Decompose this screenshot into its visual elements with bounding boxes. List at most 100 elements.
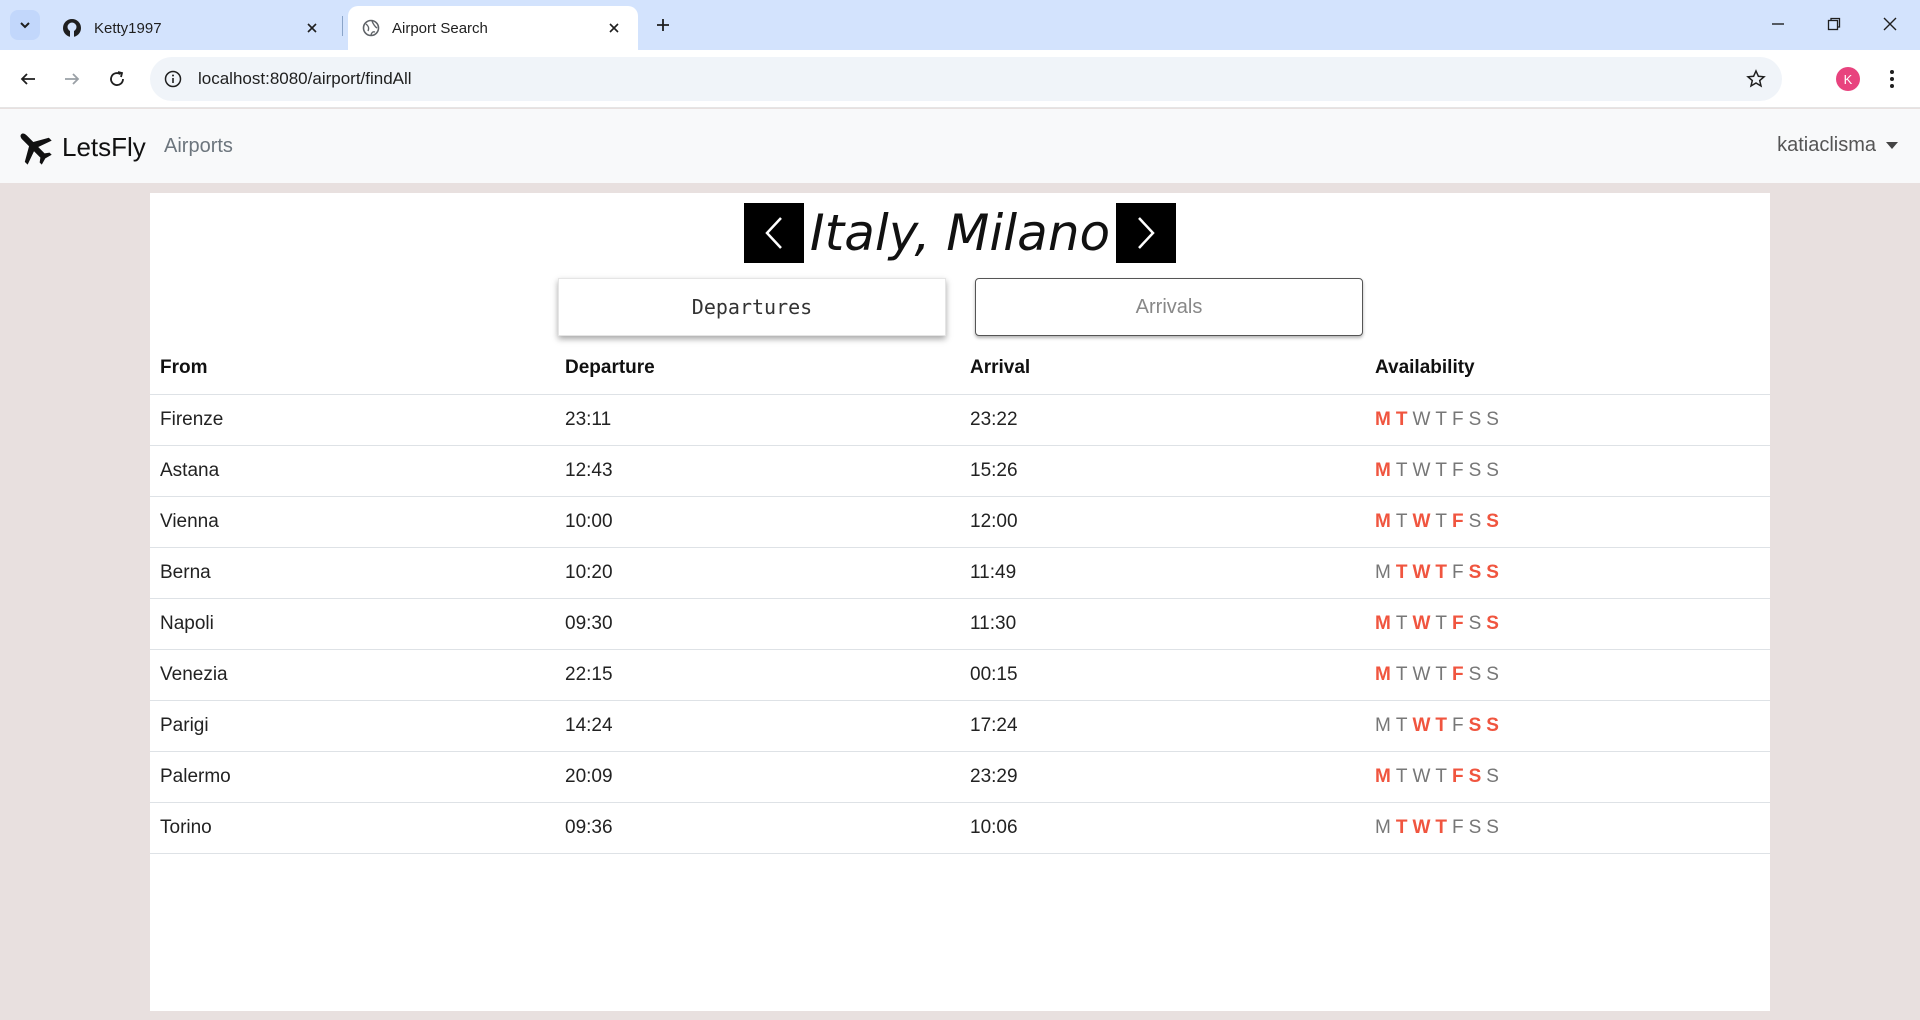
day-unavailable: S [1486, 765, 1499, 787]
column-header-departure: Departure [555, 343, 960, 395]
table-row[interactable]: Parigi 14:24 17:24 M T W T F S S [150, 700, 1770, 752]
cell-arrival: 10:06 [960, 802, 1365, 854]
cell-availability: MTWTFSS [1365, 445, 1770, 497]
arrivals-tab[interactable]: Arrivals [975, 278, 1363, 336]
cell-departure: 10:20 [555, 547, 960, 599]
browser-tab-airport-search[interactable]: Airport Search [348, 6, 638, 50]
close-icon[interactable] [604, 18, 624, 38]
cell-departure: 09:30 [555, 598, 960, 650]
day-available: W [1412, 561, 1431, 583]
day-unavailable: T [1435, 663, 1447, 685]
day-unavailable: F [1451, 714, 1464, 736]
city-header: Italy, Milano [150, 203, 1770, 263]
profile-avatar[interactable]: K [1836, 67, 1860, 91]
day-unavailable: T [1395, 612, 1408, 634]
arrow-right-icon [65, 73, 80, 85]
cell-from: Astana [150, 445, 555, 497]
tab-title: Airport Search [392, 19, 488, 37]
table-row[interactable]: Astana 12:43 15:26 M T W T F S S [150, 445, 1770, 497]
table-row[interactable]: Palermo 20:09 23:29 M T W T F S S [150, 751, 1770, 803]
cell-arrival: 12:00 [960, 496, 1365, 548]
day-unavailable: T [1435, 765, 1447, 787]
day-unavailable: M [1375, 816, 1391, 838]
back-button[interactable] [12, 63, 44, 95]
cell-availability: MTWTFSS [1365, 394, 1770, 446]
restore-button[interactable] [1814, 8, 1854, 40]
day-unavailable: T [1435, 408, 1447, 430]
day-available: W [1412, 510, 1431, 532]
day-available: S [1486, 510, 1499, 532]
tab-search-dropdown[interactable] [10, 10, 40, 40]
brand-link[interactable]: LetsFly [14, 127, 146, 167]
minimize-button[interactable] [1758, 8, 1798, 40]
day-unavailable: S [1486, 459, 1499, 481]
table-row[interactable]: Vienna 10:00 12:00 M T W T F S S [150, 496, 1770, 548]
column-header-from: From [150, 343, 555, 395]
day-available: T [1395, 816, 1408, 838]
day-available: S [1468, 714, 1482, 736]
day-unavailable: M [1375, 561, 1391, 583]
day-unavailable: F [1451, 408, 1464, 430]
address-bar[interactable]: localhost:8080/airport/findAll [150, 57, 1782, 101]
browser-toolbar: localhost:8080/airport/findAll K [0, 50, 1920, 108]
day-available: W [1412, 816, 1431, 838]
day-unavailable: F [1451, 561, 1464, 583]
new-tab-button[interactable] [650, 12, 676, 38]
table-row[interactable]: Firenze 23:11 23:22 M T W T F S S [150, 394, 1770, 446]
day-available: M [1375, 663, 1391, 685]
column-header-availability: Availability [1365, 343, 1770, 395]
day-unavailable: S [1468, 663, 1482, 685]
departures-tab[interactable]: Departures [558, 278, 946, 336]
table-row[interactable]: Venezia 22:15 00:15 M T W T F S S [150, 649, 1770, 701]
tab-separator [342, 16, 343, 36]
browser-menu-button[interactable] [1880, 65, 1904, 93]
cell-from: Torino [150, 802, 555, 854]
day-unavailable: W [1412, 459, 1431, 481]
chevron-down-icon [20, 22, 30, 29]
table-row[interactable]: Berna 10:20 11:49 M T W T F S S [150, 547, 1770, 599]
airplane-icon [20, 133, 52, 165]
day-available: M [1375, 459, 1391, 481]
day-available: F [1451, 612, 1464, 634]
day-available: M [1375, 765, 1391, 787]
reload-button[interactable] [101, 63, 133, 95]
cell-departure: 22:15 [555, 649, 960, 701]
close-icon[interactable] [302, 18, 322, 38]
bookmark-star-icon[interactable] [1744, 67, 1768, 91]
day-unavailable: S [1468, 612, 1482, 634]
day-available: W [1412, 714, 1431, 736]
browser-tab-github[interactable]: Ketty1997 [48, 6, 336, 50]
cell-from: Vienna [150, 496, 555, 548]
forward-button[interactable] [56, 63, 88, 95]
cell-from: Firenze [150, 394, 555, 446]
cell-from: Palermo [150, 751, 555, 803]
day-unavailable: T [1395, 663, 1408, 685]
cell-availability: MTWTFSS [1365, 751, 1770, 803]
cell-arrival: 15:26 [960, 445, 1365, 497]
flights-table-body: Firenze 23:11 23:22 M T W T F S S Astana 12:43 15:26… [150, 394, 1770, 854]
day-available: M [1375, 510, 1391, 532]
day-available: F [1451, 510, 1464, 532]
nav-link-airports[interactable]: Airports [164, 135, 233, 158]
restore-icon [1827, 17, 1841, 31]
day-unavailable: W [1412, 408, 1431, 430]
cell-arrival: 11:30 [960, 598, 1365, 650]
next-city-button[interactable] [1116, 203, 1177, 263]
cell-arrival: 23:29 [960, 751, 1365, 803]
day-unavailable: T [1395, 459, 1408, 481]
day-available: M [1375, 408, 1391, 430]
day-unavailable: S [1486, 663, 1499, 685]
day-unavailable: S [1486, 408, 1499, 430]
tab-title: Ketty1997 [94, 19, 162, 37]
browser-tab-bar: Ketty1997 Airport Search [0, 0, 1920, 50]
day-available: T [1395, 561, 1408, 583]
close-window-button[interactable] [1870, 8, 1910, 40]
flights-table: From Departure Arrival Availability Fire… [150, 343, 1770, 854]
day-available: T [1435, 714, 1447, 736]
url-text[interactable]: localhost:8080/airport/findAll [198, 69, 412, 89]
table-row[interactable]: Napoli 09:30 11:30 M T W T F S S [150, 598, 1770, 650]
user-dropdown[interactable]: katiaclisma [1777, 134, 1898, 157]
table-row[interactable]: Torino 09:36 10:06 M T W T F S S [150, 802, 1770, 854]
info-icon[interactable] [164, 70, 182, 88]
previous-city-button[interactable] [743, 203, 804, 263]
